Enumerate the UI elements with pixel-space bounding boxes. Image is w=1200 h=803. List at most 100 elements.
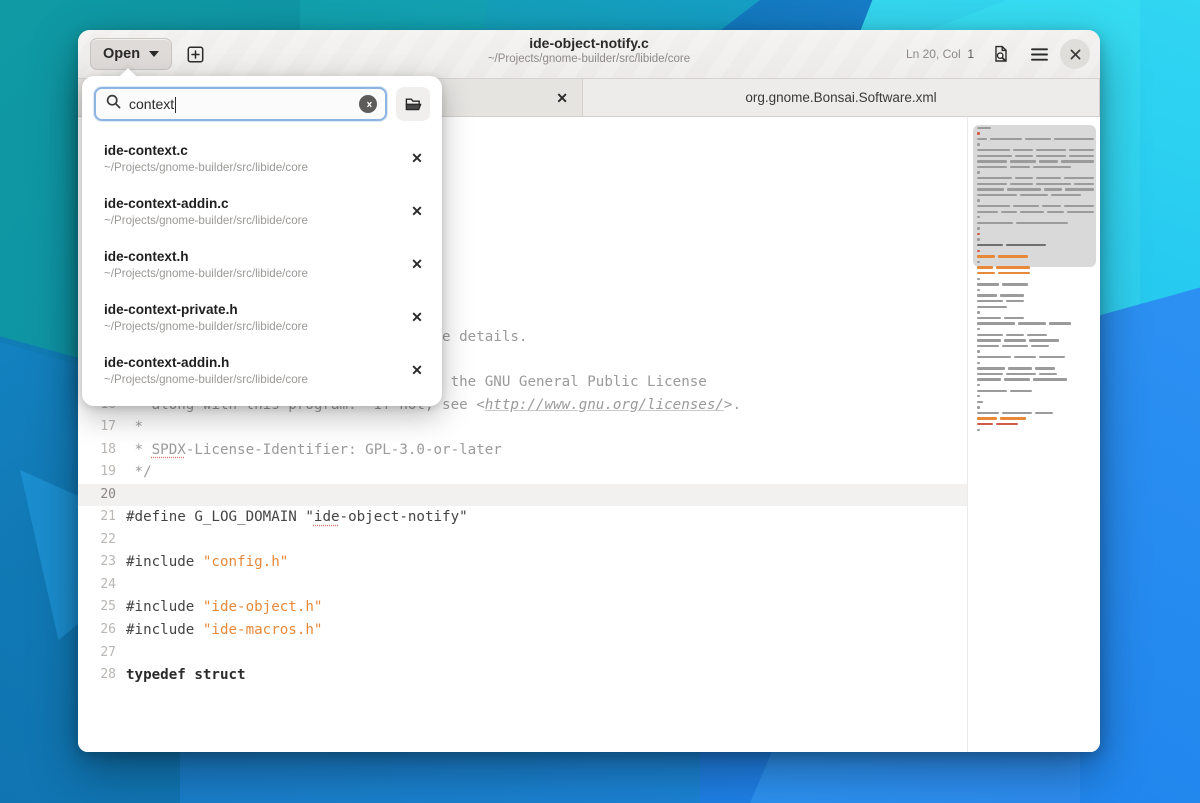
minimap-bar	[1018, 322, 1046, 324]
minimap-bar	[977, 406, 980, 408]
minimap-bar	[977, 367, 1005, 369]
line-number: 18	[78, 439, 126, 462]
list-item-meta: ide-context-addin.h~/Projects/gnome-buil…	[104, 353, 404, 388]
minimap-bar	[1020, 211, 1044, 213]
minimap-bar	[977, 339, 1001, 341]
line-number: 25	[78, 596, 126, 619]
search-results-list: ide-context.c~/Projects/gnome-builder/sr…	[82, 130, 442, 397]
open-button[interactable]: Open	[90, 38, 172, 70]
minimap-rows	[974, 125, 1094, 433]
list-item[interactable]: ide-context-addin.c~/Projects/gnome-buil…	[82, 185, 442, 238]
minimap-bar	[990, 138, 1023, 140]
line-number: 22	[78, 529, 126, 552]
code-line-text: #include "ide-object.h"	[126, 596, 322, 619]
line-number: 24	[78, 574, 126, 597]
minimap-bar	[977, 423, 993, 425]
minimap-bar	[1035, 412, 1053, 414]
open-button-label: Open	[103, 46, 140, 62]
minimap-bar	[1014, 356, 1036, 358]
code-line-text: *	[126, 416, 143, 439]
minimap-bar	[1029, 339, 1059, 341]
minimap[interactable]	[967, 117, 1100, 752]
minimap-bar	[1031, 345, 1049, 347]
minimap-bar	[1065, 188, 1094, 190]
code-line-text: #include "ide-macros.h"	[126, 619, 322, 642]
file-path: ~/Projects/gnome-builder/src/libide/core	[104, 213, 404, 229]
cursor-position-value: 1	[967, 47, 974, 61]
search-input-value: context	[129, 96, 351, 112]
minimap-bar	[1039, 160, 1059, 162]
minimap-bar	[1000, 417, 1026, 419]
file-name: ide-context.h	[104, 247, 404, 266]
remove-icon[interactable]: ✕	[404, 362, 430, 379]
minimap-bar	[1006, 300, 1024, 302]
cursor-position: Ln 20, Col 1	[906, 47, 974, 61]
minimap-bar	[977, 306, 1007, 308]
minimap-bar	[977, 238, 980, 240]
minimap-bar	[977, 373, 1003, 375]
tab-bonsai-software-xml[interactable]: org.gnome.Bonsai.Software.xml	[583, 79, 1100, 116]
minimap-bar	[1000, 294, 1024, 296]
file-name: ide-context-private.h	[104, 300, 404, 319]
list-item[interactable]: ide-context-private.h~/Projects/gnome-bu…	[82, 291, 442, 344]
search-input[interactable]: context	[94, 87, 387, 121]
minimap-bar	[977, 171, 980, 173]
chevron-down-icon	[149, 51, 159, 57]
list-item-meta: ide-context.h~/Projects/gnome-builder/sr…	[104, 247, 404, 282]
minimap-bar	[977, 227, 980, 229]
remove-icon[interactable]: ✕	[404, 309, 430, 326]
hamburger-menu-icon[interactable]	[1022, 38, 1056, 70]
list-item[interactable]: ide-context.h~/Projects/gnome-builder/sr…	[82, 238, 442, 291]
minimap-bar	[1004, 317, 1024, 319]
minimap-bar	[977, 278, 980, 280]
minimap-bar	[996, 423, 1018, 425]
minimap-bar	[1042, 205, 1060, 207]
list-item[interactable]: ide-context.c~/Projects/gnome-builder/sr…	[82, 132, 442, 185]
headerbar: ide-object-notify.c ~/Projects/gnome-bui…	[78, 30, 1100, 79]
line-number: 27	[78, 642, 126, 665]
search-icon	[106, 94, 121, 114]
minimap-bar	[977, 149, 1010, 151]
remove-icon[interactable]: ✕	[404, 256, 430, 273]
minimap-bar	[1004, 339, 1026, 341]
minimap-bar	[1074, 183, 1094, 185]
code-line-text: #define G_LOG_DOMAIN "ide-object-notify"	[126, 506, 468, 529]
document-find-icon[interactable]	[984, 38, 1018, 70]
code-line: 27	[78, 642, 967, 665]
line-number: 21	[78, 506, 126, 529]
code-line: 24	[78, 574, 967, 597]
clear-text-icon[interactable]	[359, 95, 377, 113]
minimap-bar	[1013, 205, 1039, 207]
minimap-bar	[1067, 211, 1094, 213]
code-line-text: * SPDX-License-Identifier: GPL-3.0-or-la…	[126, 439, 502, 462]
code-line: 18 * SPDX-License-Identifier: GPL-3.0-or…	[78, 439, 967, 462]
minimap-bar	[977, 429, 980, 431]
minimap-bar	[977, 216, 980, 218]
file-name: ide-context-addin.h	[104, 353, 404, 372]
close-icon[interactable]: ✕	[556, 91, 568, 105]
minimap-bar	[977, 194, 1017, 196]
minimap-bar	[1049, 322, 1071, 324]
code-line: 26#include "ide-macros.h"	[78, 619, 967, 642]
list-item[interactable]: ide-context-addin.h~/Projects/gnome-buil…	[82, 344, 442, 397]
remove-icon[interactable]: ✕	[404, 203, 430, 220]
minimap-bar	[977, 300, 1003, 302]
remove-icon[interactable]: ✕	[404, 150, 430, 167]
minimap-bar	[977, 177, 1012, 179]
minimap-bar	[977, 155, 1012, 157]
minimap-bar	[1027, 334, 1047, 336]
window-close-icon[interactable]	[1060, 39, 1090, 69]
file-path: ~/Projects/gnome-builder/src/libide/core	[104, 160, 404, 176]
minimap-bar	[1039, 356, 1065, 358]
minimap-bar	[1006, 334, 1024, 336]
minimap-bar	[1054, 138, 1095, 140]
line-number: 17	[78, 416, 126, 439]
file-name: ide-context-addin.c	[104, 194, 404, 213]
minimap-bar	[1010, 183, 1033, 185]
open-folder-icon[interactable]	[396, 87, 430, 121]
plus-in-square-icon[interactable]	[178, 38, 212, 70]
minimap-bar	[1010, 166, 1030, 168]
minimap-bar	[1044, 188, 1062, 190]
popover-arrow	[118, 68, 138, 78]
minimap-bar	[1002, 283, 1028, 285]
